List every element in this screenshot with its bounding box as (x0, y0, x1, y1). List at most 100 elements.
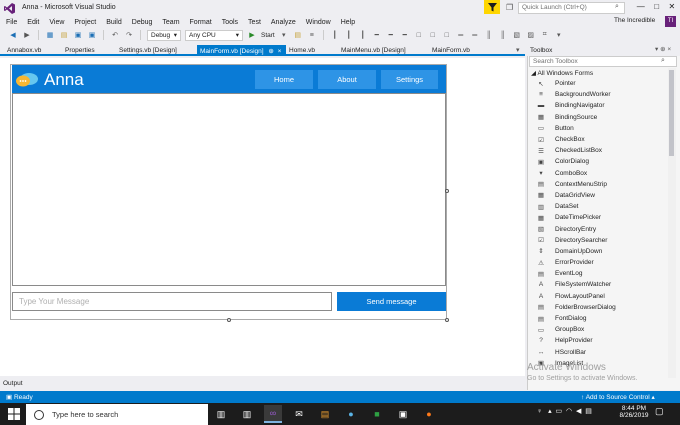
filter-icon[interactable] (484, 0, 500, 14)
redo-icon[interactable]: ↷ (124, 30, 134, 40)
quick-launch-input[interactable]: Quick Launch (Ctrl+Q) (518, 2, 625, 14)
toolbox-item[interactable]: A FlowLayoutPanel (537, 291, 667, 302)
mail-icon[interactable]: ✉ (290, 405, 308, 423)
toolbox-item[interactable]: ▤ FontDialog (537, 313, 667, 324)
resize-handle-right[interactable] (445, 189, 449, 193)
bookmark-icon[interactable]: ▤ (293, 30, 303, 40)
profile-name[interactable]: The Incredible (614, 17, 655, 24)
toolbox-item[interactable]: ▭ Button (537, 123, 667, 134)
resize-handle-bottom[interactable] (227, 318, 231, 322)
tab-mainform-design[interactable]: MainForm.vb [Design] ⊕ × (197, 45, 286, 56)
tab-mainform[interactable]: MainForm.vb (429, 45, 473, 56)
toolbox-item[interactable]: ▦ DataGridView (537, 190, 667, 201)
task-view-icon[interactable]: ▥ (212, 405, 230, 423)
taskbar-search[interactable]: Type here to search (26, 404, 208, 425)
tab-home[interactable]: Home.vb (286, 45, 318, 56)
tab-overflow-icon[interactable]: ▾ (516, 46, 520, 54)
size-icon[interactable]: □ (442, 30, 452, 40)
toolbox-search-input[interactable]: Search Toolbox (529, 56, 677, 67)
menu-project[interactable]: Project (74, 19, 96, 26)
toolbox-item[interactable]: ⇕ DomainUpDown (537, 246, 667, 257)
search-icon[interactable]: ⌕ (661, 57, 665, 65)
toolbox-item[interactable]: ? HelpProvider (537, 335, 667, 346)
configuration-select[interactable]: Debug ▾ (147, 29, 181, 41)
toolbox-item[interactable]: ☑ CheckBox (537, 134, 667, 145)
menu-file[interactable]: File (6, 19, 17, 26)
menu-window[interactable]: Window (306, 19, 331, 26)
spacing-icon[interactable]: ║ (498, 30, 508, 40)
file-explorer-icon[interactable]: ▥ (238, 405, 256, 423)
toolbox-item[interactable]: ▤ FolderBrowserDialog (537, 302, 667, 313)
wifi-icon[interactable]: ◠ (566, 408, 572, 415)
scrollbar-thumb[interactable] (669, 70, 674, 156)
about-button[interactable]: About (318, 70, 376, 89)
taskbar-clock[interactable]: 8:44 PM 8/26/2019 (614, 405, 654, 419)
menu-analyze[interactable]: Analyze (271, 19, 296, 26)
avatar[interactable]: TI (665, 16, 676, 27)
align-icon[interactable]: ┃ (330, 30, 340, 40)
toolbox-item[interactable]: ↖ Pointer (537, 78, 667, 89)
toolbox-item[interactable]: ▦ DateTimePicker (537, 212, 667, 223)
new-project-icon[interactable]: ▦ (45, 30, 55, 40)
feedback-icon[interactable]: ❐ (506, 3, 513, 12)
tab-settings-design[interactable]: Settings.vb [Design] (116, 45, 180, 56)
start-button[interactable]: Start (261, 32, 275, 39)
app-icon[interactable]: ■ (368, 405, 386, 423)
toolbox-item[interactable]: ▭ GroupBox (537, 324, 667, 335)
people-icon[interactable]: ♀ (537, 408, 542, 415)
order-icon[interactable]: ▨ (526, 30, 536, 40)
output-tab[interactable]: Output (0, 376, 525, 390)
chevron-down-icon[interactable]: ▾ (554, 30, 564, 40)
menu-view[interactable]: View (49, 19, 64, 26)
windows-start-icon[interactable] (8, 408, 20, 420)
save-all-icon[interactable]: ▣ (87, 30, 97, 40)
menu-debug[interactable]: Debug (132, 19, 153, 26)
menu-build[interactable]: Build (106, 19, 122, 26)
toolbox-item[interactable]: ≡ BackgroundWorker (537, 89, 667, 100)
save-icon[interactable]: ▣ (73, 30, 83, 40)
search-icon[interactable]: ⌕ (615, 3, 619, 11)
toolbox-section-header[interactable]: ◢ All Windows Forms (531, 69, 593, 77)
size-icon[interactable]: □ (414, 30, 424, 40)
tab-order-icon[interactable]: ⌗ (540, 30, 550, 40)
menu-tools[interactable]: Tools (222, 19, 238, 26)
toolbox-item[interactable]: ▣ ColorDialog (537, 156, 667, 167)
toolbox-item[interactable]: ▥ DataSet (537, 201, 667, 212)
toolbox-item[interactable]: A FileSystemWatcher (537, 279, 667, 290)
menu-edit[interactable]: Edit (27, 19, 39, 26)
menu-team[interactable]: Team (162, 19, 179, 26)
navigate-back-icon[interactable]: ◀ (8, 30, 18, 40)
tray-chevron-icon[interactable]: ▴ (548, 408, 552, 415)
align-icon[interactable]: ┃ (358, 30, 368, 40)
navigate-forward-icon[interactable]: ▶ (22, 30, 32, 40)
network-icon[interactable]: ▭ (556, 408, 563, 415)
open-file-icon[interactable]: ▤ (59, 30, 69, 40)
firefox-icon[interactable]: ● (420, 405, 438, 423)
send-message-button[interactable]: Send message (337, 292, 446, 311)
chat-area[interactable] (12, 93, 446, 286)
home-button[interactable]: Home (255, 70, 313, 89)
menu-format[interactable]: Format (190, 19, 212, 26)
platform-select[interactable]: Any CPU ▾ (185, 29, 243, 41)
action-center-icon[interactable]: ▢ (655, 406, 664, 417)
align-icon[interactable]: ┃ (344, 30, 354, 40)
minimize-icon[interactable]: — (637, 2, 645, 14)
menu-help[interactable]: Help (341, 19, 355, 26)
undo-icon[interactable]: ↶ (110, 30, 120, 40)
order-icon[interactable]: ▧ (512, 30, 522, 40)
tab-properties[interactable]: Properties (62, 45, 98, 56)
toolbox-item[interactable]: ⚠ ErrorProvider (537, 257, 667, 268)
maximize-icon[interactable]: □ (654, 2, 659, 14)
store-icon[interactable]: ▣ (394, 405, 412, 423)
chevron-down-icon[interactable]: ▾ (279, 30, 289, 40)
toolbox-item[interactable]: ▤ EventLog (537, 268, 667, 279)
settings-button[interactable]: Settings (381, 70, 438, 89)
spacing-icon[interactable]: ║ (484, 30, 494, 40)
close-icon[interactable]: ✕ (669, 2, 676, 14)
volume-icon[interactable]: ◀ (576, 408, 581, 415)
toolbox-item[interactable]: ▤ ContextMenuStrip (537, 179, 667, 190)
align-icon[interactable]: ━ (386, 30, 396, 40)
chat-app-icon[interactable]: ● (342, 405, 360, 423)
message-input[interactable]: Type Your Message (12, 292, 332, 311)
start-icon[interactable]: ▶ (247, 30, 257, 40)
